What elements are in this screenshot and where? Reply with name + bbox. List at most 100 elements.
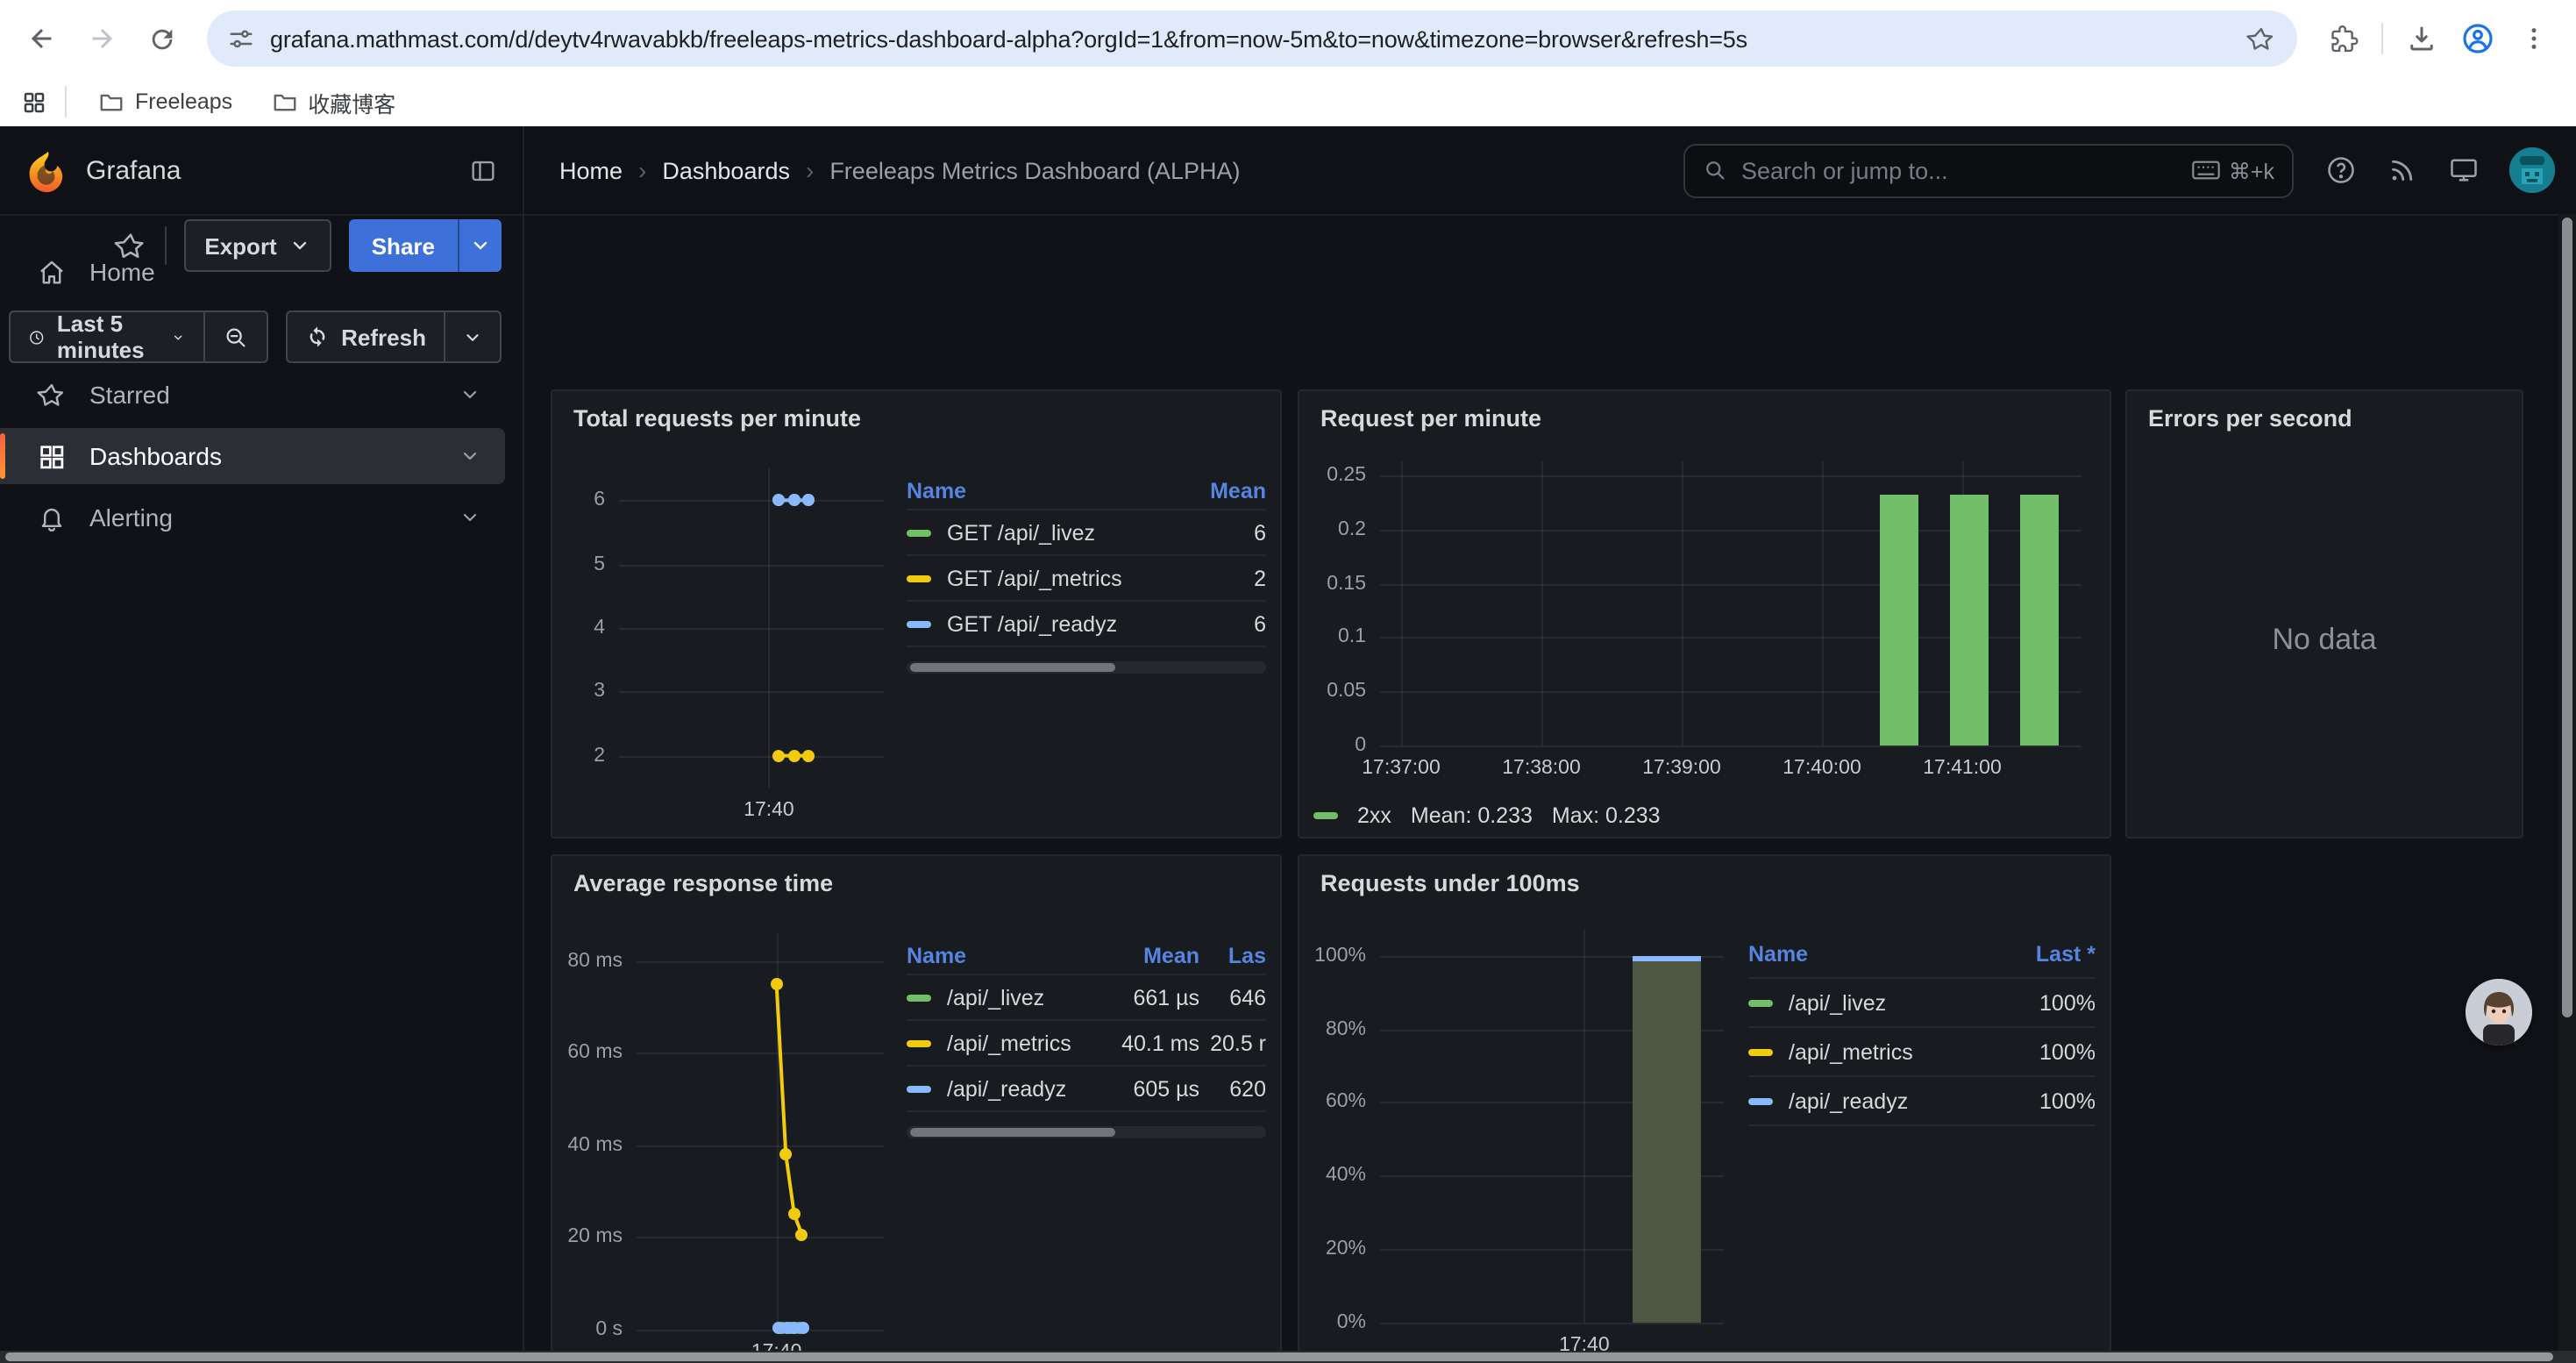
x-axis-tick: 17:39:00 — [1642, 758, 1721, 779]
favorite-star-icon[interactable] — [113, 229, 146, 262]
breadcrumb-home[interactable]: Home — [559, 157, 623, 183]
legend-scrollbar[interactable] — [907, 661, 1266, 674]
site-settings-icon[interactable] — [228, 25, 254, 52]
breadcrumb-separator: › — [806, 156, 814, 184]
series-stat: Max: 0.233 — [1552, 803, 1661, 828]
help-icon[interactable] — [2325, 154, 2357, 186]
panel-title[interactable]: Errors per second — [2127, 391, 2522, 432]
user-avatar[interactable] — [2509, 147, 2555, 193]
reload-icon[interactable] — [137, 14, 186, 63]
bookmark-label: Freeleaps — [135, 89, 232, 114]
vertical-scrollbar-thumb[interactable] — [2562, 218, 2572, 1017]
legend-row[interactable]: /api/_livez100% — [1748, 979, 2096, 1028]
data-point — [771, 978, 783, 990]
url-text[interactable]: grafana.mathmast.com/d/deytv4rwavabkb/fr… — [270, 25, 2236, 52]
export-label: Export — [204, 232, 276, 259]
time-range-label: Last 5 minutes — [57, 310, 160, 363]
floating-assistant-avatar[interactable] — [2466, 979, 2532, 1045]
chevron-down-icon[interactable] — [459, 446, 480, 467]
horizontal-scrollbar-thumb[interactable] — [5, 1352, 2553, 1361]
bookmark-folder-freeleaps[interactable]: Freeleaps — [84, 83, 246, 120]
browser-profile-icon[interactable] — [2453, 14, 2502, 63]
sidebar-item-alerting[interactable]: Alerting — [0, 489, 505, 546]
time-range-picker[interactable]: Last 5 minutes — [10, 312, 203, 361]
legend-scrollbar-thumb[interactable] — [910, 663, 1115, 672]
news-rss-icon[interactable] — [2387, 154, 2418, 186]
extensions-icon[interactable] — [2318, 14, 2367, 63]
panel-title[interactable]: Total requests per minute — [552, 391, 1280, 432]
download-icon[interactable] — [2397, 14, 2446, 63]
horizontal-scrollbar[interactable] — [0, 1351, 2576, 1363]
data-point — [779, 1148, 792, 1160]
total-requests-plot[interactable]: 6543217:40 — [619, 468, 884, 788]
toolbar-divider — [2381, 23, 2383, 54]
grafana-logo[interactable] — [25, 148, 68, 192]
legend-scrollbar[interactable] — [907, 1126, 1266, 1138]
bookmark-folder-blogs[interactable]: 收藏博客 — [257, 80, 409, 124]
legend-row[interactable]: /api/_metrics100% — [1748, 1028, 2096, 1077]
average-response-time-legend: NameMeanLas/api/_livez661 µs646/api/_met… — [907, 916, 1266, 1363]
requests-under-100ms-plot[interactable]: 100%80%60%40%20%0%17:40 — [1380, 930, 1724, 1323]
sidebar-item-dashboards[interactable]: Dashboards — [0, 428, 505, 484]
browser-menu-icon[interactable] — [2509, 14, 2558, 63]
legend-row[interactable]: /api/_readyz605 µs620 — [907, 1067, 1266, 1112]
legend-header[interactable]: NameMean — [907, 472, 1266, 510]
vertical-scrollbar[interactable] — [2558, 214, 2576, 1363]
legend-scrollbar-thumb[interactable] — [910, 1128, 1115, 1137]
panel-title[interactable]: Requests under 100ms — [1299, 856, 2110, 896]
address-bar[interactable]: grafana.mathmast.com/d/deytv4rwavabkb/fr… — [207, 11, 2297, 67]
total-requests-legend: NameMeanGET /api/_livez6GET /api/_metric… — [907, 451, 1266, 826]
y-axis-tick: 0% — [1337, 1312, 1366, 1333]
dock-menu-icon[interactable] — [468, 155, 498, 185]
bookmarks-divider — [65, 86, 67, 118]
zoom-out-button[interactable] — [203, 312, 266, 361]
export-button[interactable]: Export — [183, 219, 331, 272]
y-axis-tick: 4 — [594, 617, 605, 639]
legend-row[interactable]: /api/_livez661 µs646 — [907, 975, 1266, 1021]
share-button[interactable]: Share — [349, 219, 458, 272]
y-axis-tick: 20% — [1326, 1238, 1366, 1260]
refresh-button[interactable]: Refresh — [287, 312, 444, 361]
forward-icon[interactable] — [77, 14, 126, 63]
search-shortcut: ⌘+k — [2192, 157, 2274, 183]
legend-header[interactable]: NameMeanLas — [907, 937, 1266, 975]
panel-request-per-minute: Request per minute 0.250.20.150.10.05017… — [1298, 389, 2111, 838]
legend-row[interactable]: GET /api/_metrics2 — [907, 556, 1266, 602]
bookmark-star-icon[interactable] — [2236, 24, 2287, 54]
monitor-icon[interactable] — [2448, 154, 2480, 186]
legend-row[interactable]: GET /api/_livez6 — [907, 510, 1266, 556]
legend-header[interactable]: NameLast * — [1748, 930, 2096, 979]
x-axis-tick: 17:41:00 — [1923, 758, 2002, 779]
y-axis-tick: 80% — [1326, 1018, 1366, 1039]
panel-title[interactable]: Average response time — [552, 856, 1280, 896]
y-axis-tick: 6 — [594, 489, 605, 510]
chevron-down-icon[interactable] — [459, 507, 480, 528]
y-axis-tick: 40 ms — [567, 1135, 623, 1156]
star-icon — [37, 380, 67, 410]
legend-row[interactable]: GET /api/_readyz6 — [907, 602, 1266, 647]
request-per-minute-legend[interactable]: 2xxMean: 0.233Max: 0.233 — [1313, 803, 1661, 828]
x-axis-tick: 17:38:00 — [1502, 758, 1581, 779]
sidebar-item-label: Starred — [89, 381, 170, 409]
legend-row[interactable]: /api/_metrics40.1 ms20.5 r — [907, 1021, 1266, 1067]
data-point — [772, 750, 785, 762]
panel-total-requests: Total requests per minute 6543217:40 Nam… — [551, 389, 1282, 838]
breadcrumb: Home › Dashboards › Freeleaps Metrics Da… — [559, 156, 1241, 184]
panel-title[interactable]: Request per minute — [1299, 391, 2110, 432]
legend-row[interactable]: /api/_readyz100% — [1748, 1077, 2096, 1126]
request-per-minute-plot[interactable]: 0.250.20.150.10.05017:37:0017:38:0017:39… — [1380, 461, 2081, 746]
search-input[interactable]: Search or jump to... ⌘+k — [1683, 143, 2294, 197]
actions-divider — [164, 226, 166, 265]
series-color-dash — [907, 994, 931, 1001]
refresh-label: Refresh — [341, 324, 426, 350]
chevron-down-icon[interactable] — [459, 384, 480, 405]
refresh-interval-chevron-icon[interactable] — [444, 312, 500, 361]
sidebar-item-starred[interactable]: Starred — [0, 367, 505, 423]
back-icon[interactable] — [18, 14, 67, 63]
series-color-dash — [1748, 1097, 1773, 1104]
share-dropdown-chevron-icon[interactable] — [458, 219, 502, 272]
breadcrumb-dashboards[interactable]: Dashboards — [662, 157, 790, 183]
average-response-time-plot[interactable]: 80 ms60 ms40 ms20 ms0 s17:40 — [637, 933, 884, 1330]
grafana-header: Grafana Home › Dashboards › Freeleaps Me… — [0, 126, 2576, 216]
apps-grid-icon[interactable] — [21, 89, 47, 115]
